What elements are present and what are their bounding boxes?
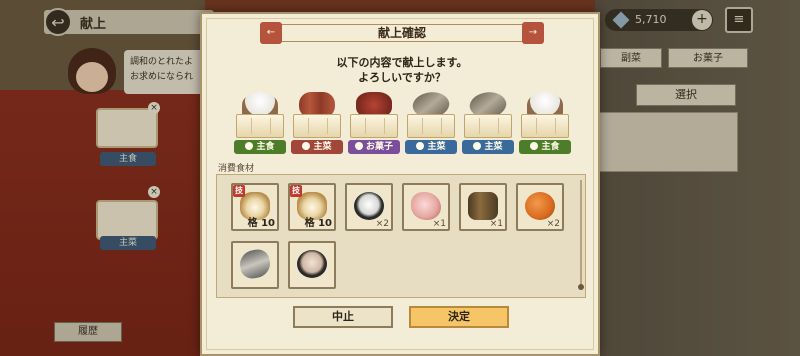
ingredient-slot[interactable] xyxy=(288,241,336,289)
dialog-title-bar: ← → 献上確認 xyxy=(260,20,544,46)
quantity-label: ×1 xyxy=(489,219,503,229)
category-tag: 主菜 xyxy=(291,140,343,154)
ingredient-slot[interactable]: 技 格 10 xyxy=(231,183,279,231)
ingredient-slot[interactable] xyxy=(231,241,279,289)
grade-label: 格 10 xyxy=(247,218,275,229)
grade-label: 格 10 xyxy=(304,218,332,229)
confirm-dialog: ← → 献上確認 以下の内容で献上します。 よろしいですか？ 主食 主菜 お菓子… xyxy=(200,12,600,356)
persimmon-icon xyxy=(525,192,555,220)
offering-item: 主食 xyxy=(234,92,286,164)
category-tag: 主食 xyxy=(234,140,286,154)
offering-item: 主菜 xyxy=(462,86,514,164)
skill-badge: 技 xyxy=(290,185,302,197)
salt-icon xyxy=(354,192,384,220)
offering-stand xyxy=(407,114,455,138)
cancel-button[interactable]: 中止 xyxy=(293,306,393,328)
consumed-ingredients-label: 消費食材 xyxy=(218,164,255,174)
offering-stand xyxy=(521,114,569,138)
quantity-label: ×2 xyxy=(546,219,560,229)
offering-stand xyxy=(236,114,284,138)
flour-icon xyxy=(297,250,327,278)
offering-item: 主菜 xyxy=(291,92,343,164)
offering-list: 主食 主菜 お菓子 主菜 主菜 主食 xyxy=(234,86,574,164)
category-tag: お菓子 xyxy=(348,140,400,154)
offering-stand xyxy=(464,114,512,138)
dialog-title: 献上確認 xyxy=(377,26,426,40)
fish-icon xyxy=(416,142,425,150)
offering-stand xyxy=(293,114,341,138)
offering-item: 主食 xyxy=(519,92,571,164)
ingredient-slot[interactable]: ×1 xyxy=(402,183,450,231)
consumed-ingredients-grid[interactable]: 技 格 10 技 格 10 ×2 ×1 ×1 ×2 xyxy=(216,174,586,298)
offering-item: 主菜 xyxy=(405,86,457,164)
ingredient-slot[interactable]: ×2 xyxy=(345,183,393,231)
rice-icon xyxy=(245,142,254,150)
ingredient-slot[interactable]: ×2 xyxy=(516,183,564,231)
meat-icon xyxy=(302,142,311,150)
barrel-icon xyxy=(468,192,498,220)
offering-item: お菓子 xyxy=(348,92,400,164)
ingredient-slot[interactable]: ×1 xyxy=(459,183,507,231)
scrollbar[interactable] xyxy=(578,180,584,290)
scrollbar-thumb[interactable] xyxy=(578,284,584,290)
confirm-message-line-2: よろしいですか？ xyxy=(358,71,446,84)
offering-stand xyxy=(350,114,398,138)
rice-icon xyxy=(530,142,539,150)
ingredient-slot[interactable]: 技 格 10 xyxy=(288,183,336,231)
confirm-message-line-1: 以下の内容で献上します。 xyxy=(336,56,468,69)
skill-badge: 技 xyxy=(233,185,245,197)
fish-icon xyxy=(237,247,273,281)
quantity-label: ×2 xyxy=(375,219,389,229)
confirm-button[interactable]: 決定 xyxy=(409,306,509,328)
pork-icon xyxy=(411,192,441,220)
quantity-label: ×1 xyxy=(432,219,446,229)
confirm-message: 以下の内容で献上します。 よろしいですか？ xyxy=(202,55,602,85)
fish-icon xyxy=(473,142,482,150)
category-tag: 主菜 xyxy=(462,140,514,154)
category-tag: 主菜 xyxy=(405,140,457,154)
category-tag: 主食 xyxy=(519,140,571,154)
sweet-icon xyxy=(354,142,363,150)
